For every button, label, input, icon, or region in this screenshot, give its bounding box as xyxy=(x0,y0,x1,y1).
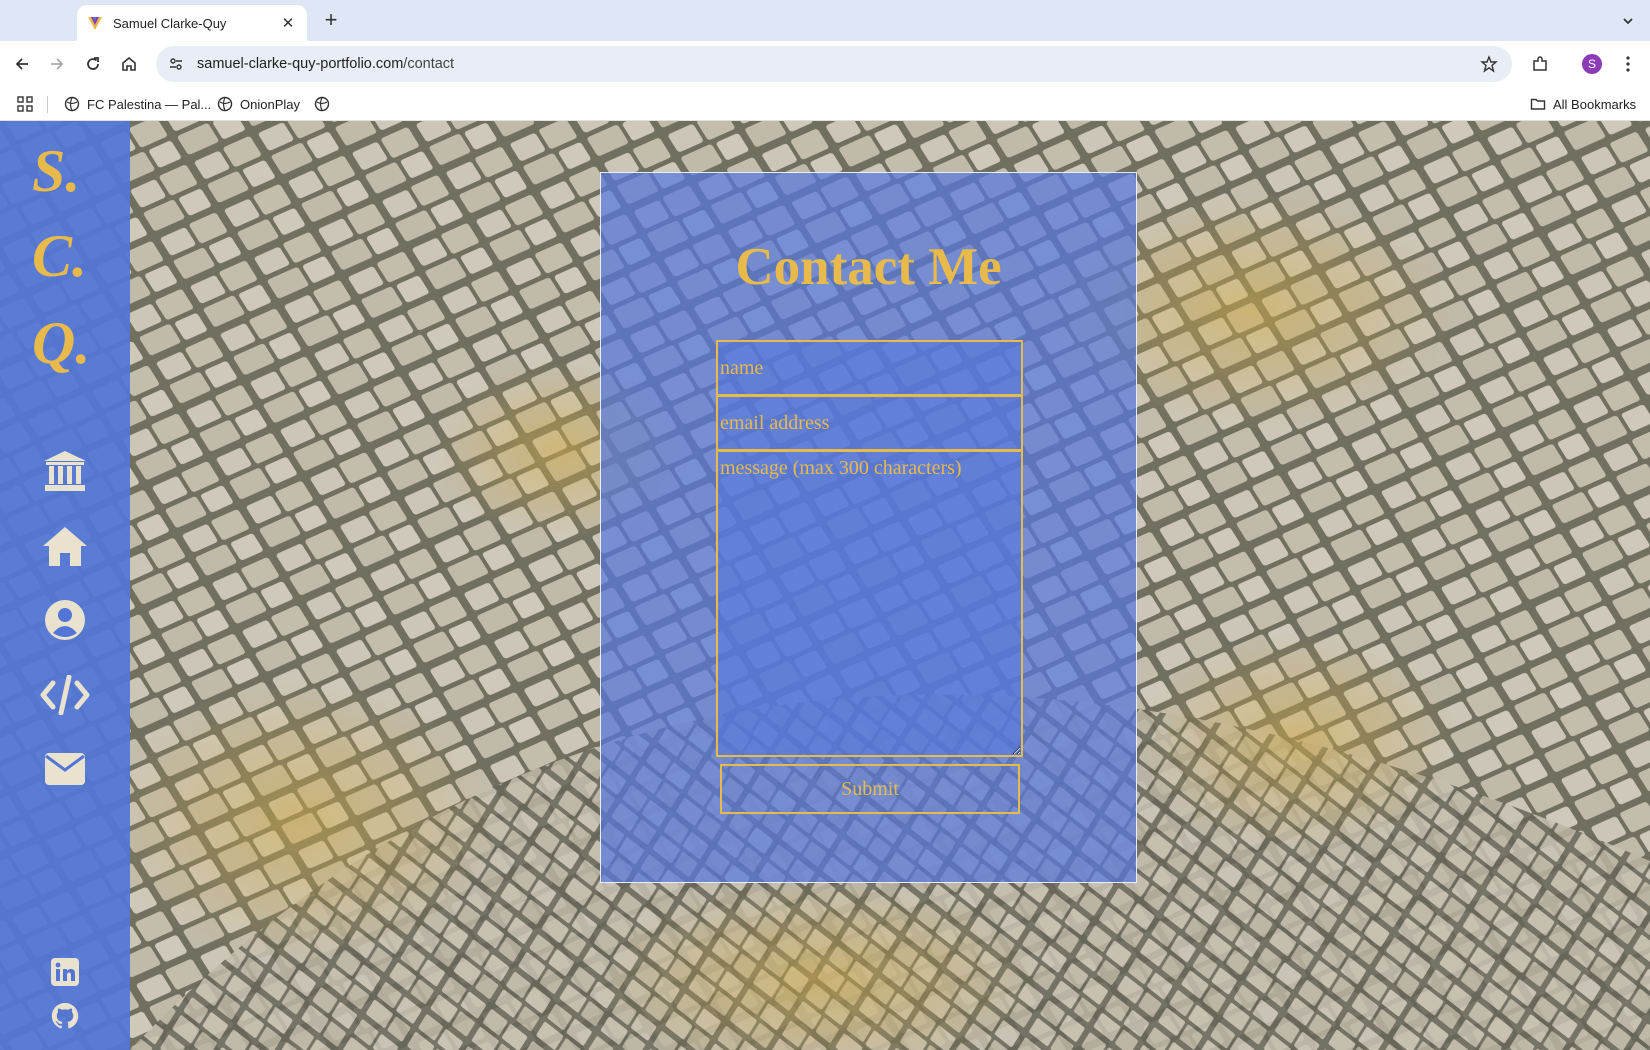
logo-letter-c[interactable]: C. xyxy=(30,221,100,287)
profile-avatar[interactable]: S xyxy=(1582,54,1602,74)
bookmarks-separator xyxy=(47,96,48,113)
bookmarks-bar: FC Palestina — Pal... OnionPlay All Book… xyxy=(0,87,1650,121)
bookmark-item[interactable]: OnionPlay xyxy=(217,94,300,114)
all-bookmarks-label: All Bookmarks xyxy=(1553,96,1637,112)
name-input[interactable] xyxy=(716,340,1023,396)
browser-menu-icon[interactable] xyxy=(1617,49,1639,79)
tab-close-icon[interactable]: ✕ xyxy=(279,14,297,32)
envelope-icon[interactable] xyxy=(40,744,90,794)
user-icon[interactable] xyxy=(40,595,90,645)
institution-icon[interactable] xyxy=(40,446,90,496)
logo-letter-s[interactable]: S. xyxy=(30,136,100,202)
address-bar[interactable]: samuel-clarke-quy-portfolio.com/contact xyxy=(156,46,1512,82)
browser-toolbar: samuel-clarke-quy-portfolio.com/contact … xyxy=(0,41,1650,87)
apps-grid-icon[interactable] xyxy=(17,94,33,114)
globe-icon xyxy=(314,96,330,112)
back-arrow-icon[interactable] xyxy=(7,49,37,79)
url-path: /contact xyxy=(403,56,455,72)
forward-arrow-icon[interactable] xyxy=(42,49,72,79)
reload-icon[interactable] xyxy=(78,49,108,79)
logo-text: Q. xyxy=(32,310,90,374)
linkedin-icon[interactable] xyxy=(48,955,82,989)
submit-button[interactable]: Submit xyxy=(720,764,1020,814)
bookmark-label: OnionPlay xyxy=(240,96,300,112)
bookmark-star-icon[interactable] xyxy=(1474,49,1504,79)
folder-icon xyxy=(1530,98,1546,110)
bookmark-item[interactable]: FC Palestina — Pal... xyxy=(64,94,211,114)
site-info-icon[interactable] xyxy=(161,49,191,79)
new-tab-button[interactable]: + xyxy=(318,7,344,33)
page-title: Contact Me xyxy=(735,238,1002,296)
code-icon[interactable] xyxy=(40,670,90,720)
home-icon[interactable] xyxy=(40,521,90,571)
tab-search-chevron-icon[interactable] xyxy=(1616,9,1640,33)
bookmark-label: FC Palestina — Pal... xyxy=(87,96,212,112)
logo-text: C. xyxy=(32,223,87,287)
globe-icon xyxy=(64,96,80,112)
extensions-icon[interactable] xyxy=(1525,49,1555,79)
tab-strip: Samuel Clarke-Quy ✕ + xyxy=(0,0,1650,41)
logo-text: S. xyxy=(32,138,80,202)
page-viewport: S. C. Q. Contact Me name email address m… xyxy=(0,121,1650,1050)
message-textarea[interactable] xyxy=(716,450,1023,757)
bookmark-item[interactable] xyxy=(314,94,337,114)
tab-title: Samuel Clarke-Quy xyxy=(113,15,227,31)
all-bookmarks-button[interactable]: All Bookmarks xyxy=(1530,94,1636,114)
logo-letter-q[interactable]: Q. xyxy=(30,308,100,374)
github-icon[interactable] xyxy=(48,999,82,1033)
globe-icon xyxy=(217,96,233,112)
sidebar: S. C. Q. xyxy=(0,121,130,1050)
contact-panel: Contact Me Submit xyxy=(600,172,1137,883)
home-button-icon[interactable] xyxy=(114,49,144,79)
url-text[interactable]: samuel-clarke-quy-portfolio.com/contact xyxy=(197,56,1474,72)
url-domain: samuel-clarke-quy-portfolio.com xyxy=(197,56,404,72)
browser-tab-active[interactable]: Samuel Clarke-Quy ✕ xyxy=(77,5,307,41)
site-favicon-icon xyxy=(88,17,102,30)
email-input[interactable] xyxy=(716,395,1023,451)
